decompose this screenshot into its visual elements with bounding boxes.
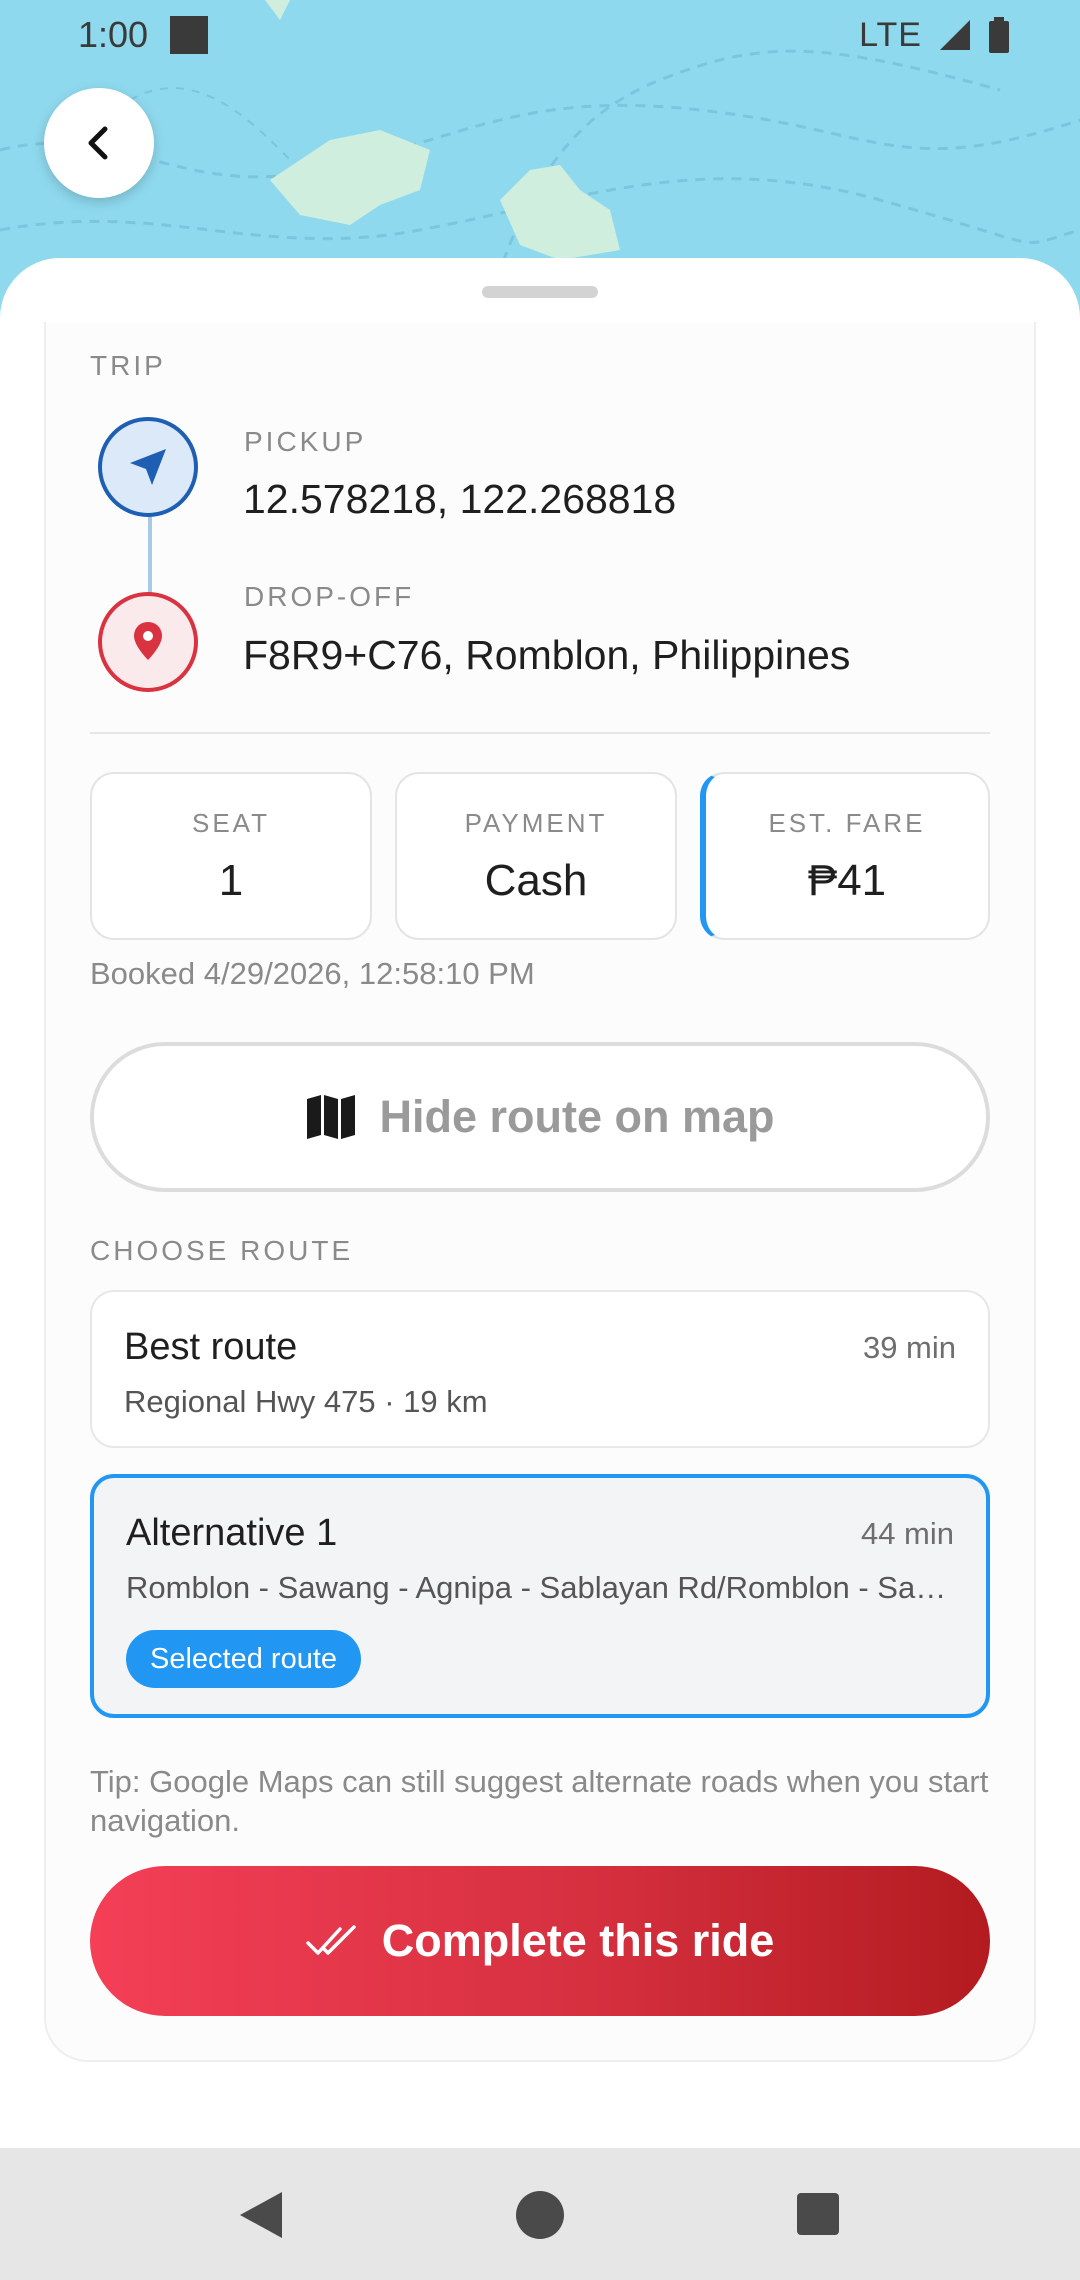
trip-sheet bbox=[0, 258, 1080, 2148]
choose-route-label: CHOOSE ROUTE bbox=[90, 1235, 354, 1266]
seat-value: 1 bbox=[218, 856, 244, 905]
complete-ride-label: Complete this ride bbox=[381, 1915, 775, 1966]
route-option-best[interactable]: Best route 39 min Regional Hwy 475 · 19 … bbox=[90, 1290, 990, 1448]
payment-label: PAYMENT bbox=[464, 808, 608, 838]
navigation-tip: Tip: Google Maps can still suggest alter… bbox=[90, 1764, 989, 1838]
map-icon bbox=[307, 1095, 356, 1139]
nav-back-icon[interactable] bbox=[236, 2190, 286, 2240]
hide-route-button[interactable]: Hide route on map bbox=[90, 1042, 990, 1192]
dropoff-value: F8R9+C76, Romblon, Philippines bbox=[243, 632, 851, 678]
status-bar: 1:00 LTE bbox=[0, 0, 1080, 70]
pickup-marker bbox=[98, 417, 198, 517]
location-pin-icon bbox=[134, 622, 162, 660]
navigation-arrow-icon bbox=[130, 449, 166, 485]
route-description: Romblon - Sawang - Agnipa - Sablayan Rd/… bbox=[126, 1570, 954, 1605]
route-title: Alternative 1 bbox=[126, 1512, 338, 1554]
double-check-icon bbox=[305, 1925, 356, 1955]
system-nav-bar bbox=[0, 2148, 1080, 2280]
signal-icon bbox=[940, 20, 970, 50]
selected-route-badge: Selected route bbox=[126, 1630, 362, 1688]
dropoff-label: DROP-OFF bbox=[244, 581, 415, 612]
fare-value: ₱41 bbox=[807, 856, 887, 905]
fare-stat: EST. FARE ₱41 bbox=[700, 772, 990, 940]
nav-home-icon[interactable] bbox=[515, 2190, 565, 2240]
payment-value: Cash bbox=[484, 856, 588, 905]
complete-ride-button[interactable]: Complete this ride bbox=[90, 1866, 990, 2016]
battery-icon bbox=[989, 17, 1009, 53]
route-description: Regional Hwy 475 · 19 km bbox=[124, 1384, 488, 1419]
nav-recents-icon[interactable] bbox=[796, 2192, 840, 2236]
route-option-alternative-1[interactable]: Alternative 1 44 min Romblon - Sawang - … bbox=[90, 1474, 990, 1718]
booked-timestamp: Booked 4/29/2026, 12:58:10 PM bbox=[90, 956, 535, 991]
status-time: 1:00 bbox=[78, 14, 149, 55]
hide-route-label: Hide route on map bbox=[379, 1091, 775, 1142]
pickup-label: PICKUP bbox=[244, 426, 367, 457]
fare-label: EST. FARE bbox=[768, 808, 926, 838]
pickup-value: 12.578218, 122.268818 bbox=[243, 476, 677, 522]
chevron-left-icon bbox=[88, 126, 108, 160]
route-duration: 44 min bbox=[860, 1516, 954, 1551]
sheet-grabber[interactable] bbox=[482, 286, 598, 298]
back-button[interactable] bbox=[44, 88, 154, 198]
notification-icon bbox=[170, 16, 209, 54]
network-label: LTE bbox=[859, 15, 922, 54]
trip-section-label: TRIP bbox=[90, 350, 166, 381]
dropoff-marker bbox=[98, 592, 198, 692]
seat-stat: SEAT 1 bbox=[90, 772, 372, 940]
trip-divider bbox=[90, 732, 990, 734]
payment-stat: PAYMENT Cash bbox=[395, 772, 677, 940]
route-title: Best route bbox=[124, 1326, 298, 1368]
route-duration: 39 min bbox=[862, 1330, 956, 1365]
seat-label: SEAT bbox=[192, 808, 270, 838]
